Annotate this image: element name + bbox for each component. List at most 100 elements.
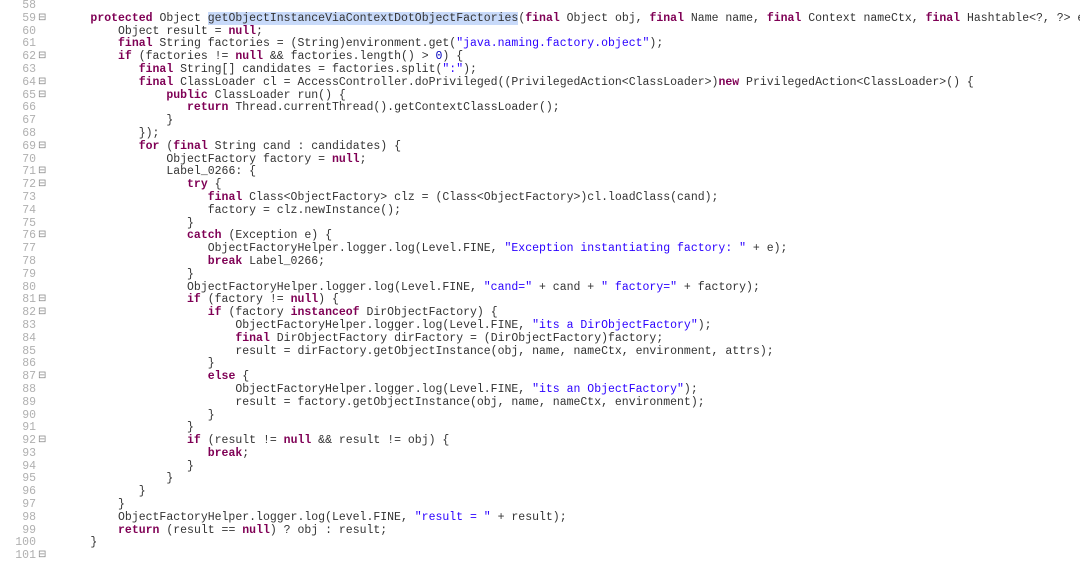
fold-marker[interactable] bbox=[38, 269, 47, 282]
code-line[interactable]: } bbox=[49, 461, 1080, 474]
token: DirObjectFactory) { bbox=[360, 306, 498, 319]
fold-marker[interactable] bbox=[38, 128, 47, 141]
fold-marker[interactable] bbox=[38, 282, 47, 295]
fold-marker[interactable] bbox=[38, 397, 47, 410]
fold-marker[interactable] bbox=[38, 422, 47, 435]
fold-marker[interactable] bbox=[38, 218, 47, 231]
fold-marker[interactable] bbox=[38, 499, 47, 512]
fold-marker[interactable] bbox=[38, 64, 47, 77]
fold-marker[interactable] bbox=[38, 192, 47, 205]
token: Class<ObjectFactory> clz = (Class<Object… bbox=[242, 191, 718, 204]
fold-marker[interactable] bbox=[38, 537, 47, 550]
fold-marker[interactable] bbox=[38, 384, 47, 397]
fold-marker[interactable] bbox=[38, 38, 47, 51]
token: if bbox=[208, 306, 222, 319]
token: && result != obj) { bbox=[311, 434, 449, 447]
code-line[interactable]: } bbox=[49, 537, 1080, 550]
fold-marker[interactable] bbox=[38, 333, 47, 346]
fold-marker[interactable] bbox=[38, 256, 47, 269]
token: (Exception e) { bbox=[222, 229, 332, 242]
line-number: 82 bbox=[0, 307, 38, 320]
token: instanceof bbox=[291, 306, 360, 319]
fold-marker[interactable] bbox=[38, 320, 47, 333]
token: catch bbox=[187, 229, 222, 242]
token: if bbox=[187, 293, 201, 306]
fold-marker[interactable]: ⊟ bbox=[38, 141, 47, 154]
token: } bbox=[187, 268, 194, 281]
fold-marker[interactable] bbox=[38, 26, 47, 39]
fold-marker[interactable]: ⊟ bbox=[38, 90, 47, 103]
fold-marker[interactable] bbox=[38, 461, 47, 474]
fold-marker[interactable]: ⊟ bbox=[38, 13, 47, 26]
token: ClassLoader cl = AccessController.doPriv… bbox=[173, 76, 718, 89]
fold-marker[interactable] bbox=[38, 358, 47, 371]
token: ObjectFactoryHelper.logger.log(Level.FIN… bbox=[187, 281, 484, 294]
token: "result = " bbox=[415, 511, 491, 524]
fold-marker[interactable]: ⊟ bbox=[38, 435, 47, 448]
fold-marker[interactable]: ⊟ bbox=[38, 371, 47, 384]
fold-marker[interactable] bbox=[38, 243, 47, 256]
token: ) { bbox=[442, 50, 463, 63]
token: + cand + bbox=[532, 281, 601, 294]
token: for bbox=[139, 140, 160, 153]
fold-marker[interactable]: ⊟ bbox=[38, 51, 47, 64]
token: ( bbox=[159, 140, 173, 153]
fold-marker[interactable]: ⊟ bbox=[38, 307, 47, 320]
code-line[interactable]: break; bbox=[49, 448, 1080, 461]
fold-marker[interactable]: ⊟ bbox=[38, 294, 47, 307]
code-line[interactable]: return (result == null) ? obj : result; bbox=[49, 525, 1080, 538]
token: PrivilegedAction<ClassLoader>() { bbox=[739, 76, 974, 89]
token: } bbox=[187, 460, 194, 473]
line-number: 69 bbox=[0, 141, 38, 154]
fold-marker[interactable] bbox=[38, 525, 47, 538]
fold-marker[interactable]: ⊟ bbox=[38, 77, 47, 90]
fold-marker[interactable] bbox=[38, 448, 47, 461]
code-area[interactable]: protected Object getObjectInstanceViaCon… bbox=[47, 0, 1080, 560]
token: final bbox=[118, 37, 153, 50]
fold-marker[interactable] bbox=[38, 102, 47, 115]
token: final bbox=[235, 332, 270, 345]
line-number: 78 bbox=[0, 256, 38, 269]
code-editor[interactable]: 5859606162636465666768697071727374757677… bbox=[0, 0, 1080, 560]
fold-marker[interactable]: ⊟ bbox=[38, 550, 47, 563]
code-line[interactable]: break Label_0266; bbox=[49, 256, 1080, 269]
token: } bbox=[139, 485, 146, 498]
token: protected bbox=[90, 12, 152, 25]
fold-marker[interactable] bbox=[38, 410, 47, 423]
token: } bbox=[118, 498, 125, 511]
token: Name name, bbox=[684, 12, 767, 25]
token: null bbox=[242, 524, 270, 537]
token: Label_0266: { bbox=[166, 165, 256, 178]
fold-marker[interactable] bbox=[38, 473, 47, 486]
token: getObjectInstanceViaContextDotObjectFact… bbox=[208, 12, 519, 25]
token: } bbox=[208, 409, 215, 422]
fold-marker[interactable] bbox=[38, 486, 47, 499]
token: "java.naming.factory.object" bbox=[456, 37, 649, 50]
fold-marker[interactable] bbox=[38, 0, 47, 13]
code-line[interactable]: factory = clz.newInstance(); bbox=[49, 205, 1080, 218]
code-line[interactable]: } bbox=[49, 115, 1080, 128]
line-number-gutter: 5859606162636465666768697071727374757677… bbox=[0, 0, 38, 560]
code-line[interactable]: } bbox=[49, 473, 1080, 486]
fold-marker[interactable]: ⊟ bbox=[38, 230, 47, 243]
token: ) { bbox=[318, 293, 339, 306]
token: (factories != bbox=[132, 50, 236, 63]
fold-marker[interactable]: ⊟ bbox=[38, 179, 47, 192]
code-line[interactable]: } bbox=[49, 486, 1080, 499]
code-line[interactable]: } bbox=[49, 410, 1080, 423]
fold-marker[interactable] bbox=[38, 115, 47, 128]
token: null bbox=[291, 293, 319, 306]
fold-marker[interactable]: ⊟ bbox=[38, 166, 47, 179]
fold-marker[interactable] bbox=[38, 512, 47, 525]
token: { bbox=[208, 178, 222, 191]
fold-column[interactable]: ⊟⊟⊟⊟⊟⊟⊟⊟⊟⊟⊟⊟⊟ bbox=[38, 0, 47, 560]
fold-marker[interactable] bbox=[38, 346, 47, 359]
token: null bbox=[228, 25, 256, 38]
token: ObjectFactoryHelper.logger.log(Level.FIN… bbox=[208, 242, 505, 255]
token: (factory bbox=[222, 306, 291, 319]
code-line[interactable] bbox=[49, 550, 1080, 560]
fold-marker[interactable] bbox=[38, 205, 47, 218]
fold-marker[interactable] bbox=[38, 154, 47, 167]
line-number: 88 bbox=[0, 384, 38, 397]
code-line[interactable]: return Thread.currentThread().getContext… bbox=[49, 102, 1080, 115]
